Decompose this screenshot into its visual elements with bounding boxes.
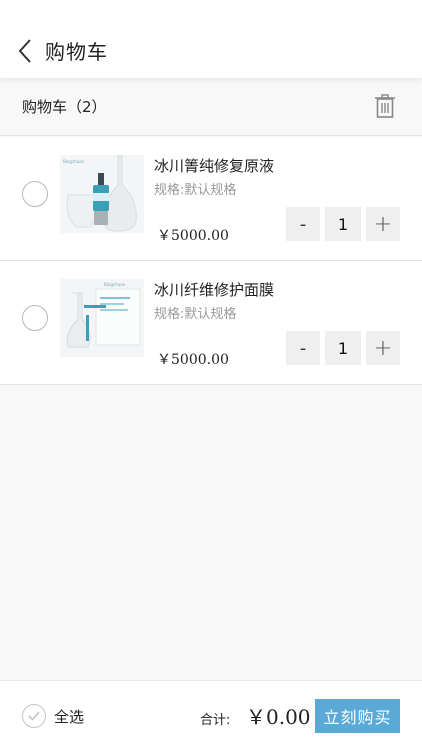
chevron-left-icon (18, 39, 31, 63)
total-value: ￥0.00 (246, 705, 311, 729)
item-select-radio[interactable] (22, 181, 48, 207)
cart-count-label: 购物车（2） (22, 98, 107, 116)
quantity-value[interactable]: 1 (325, 207, 361, 241)
trash-icon (375, 94, 395, 118)
select-all-checkbox[interactable] (22, 704, 46, 728)
item-select-radio[interactable] (22, 305, 48, 331)
quantity-stepper: - 1 + (286, 207, 400, 241)
decrease-button[interactable]: - (286, 207, 320, 241)
cart-item: Bingchuan 冰川箐纯修复原液 规格:默认规格 ￥5000.00 - 1 … (0, 137, 422, 261)
checkout-bar: 全选 合计: ￥0.00 立刻购买 (0, 680, 422, 750)
svg-text:Bingchuan: Bingchuan (104, 282, 126, 287)
page-title: 购物车 (45, 40, 108, 64)
buy-now-button[interactable]: 立刻购买 (315, 699, 400, 733)
back-button[interactable] (12, 34, 38, 68)
check-icon (28, 711, 40, 721)
product-price: ￥5000.00 (157, 228, 229, 244)
total-label: 合计: (200, 713, 231, 728)
quantity-stepper: - 1 + (286, 331, 400, 365)
cart-item: Bingchuan 冰川纤维修护面膜 规格:默认规格 ￥5000.00 - 1 … (0, 261, 422, 385)
app-header: 购物车 (0, 0, 422, 78)
product-price: ￥5000.00 (157, 352, 229, 368)
increase-button[interactable]: + (366, 207, 400, 241)
increase-button[interactable]: + (366, 331, 400, 365)
delete-button[interactable] (374, 94, 396, 118)
product-image[interactable]: Bingchuan (60, 279, 144, 357)
product-image[interactable]: Bingchuan (60, 155, 144, 233)
product-spec: 规格:默认规格 (154, 307, 237, 322)
quantity-value[interactable]: 1 (325, 331, 361, 365)
product-name[interactable]: 冰川箐纯修复原液 (154, 155, 274, 176)
cart-summary-bar: 购物车（2） (0, 78, 422, 136)
decrease-button[interactable]: - (286, 331, 320, 365)
select-all-label[interactable]: 全选 (54, 706, 84, 727)
product-name[interactable]: 冰川纤维修护面膜 (154, 279, 274, 300)
svg-text:Bingchuan: Bingchuan (63, 159, 85, 164)
product-spec: 规格:默认规格 (154, 183, 237, 198)
